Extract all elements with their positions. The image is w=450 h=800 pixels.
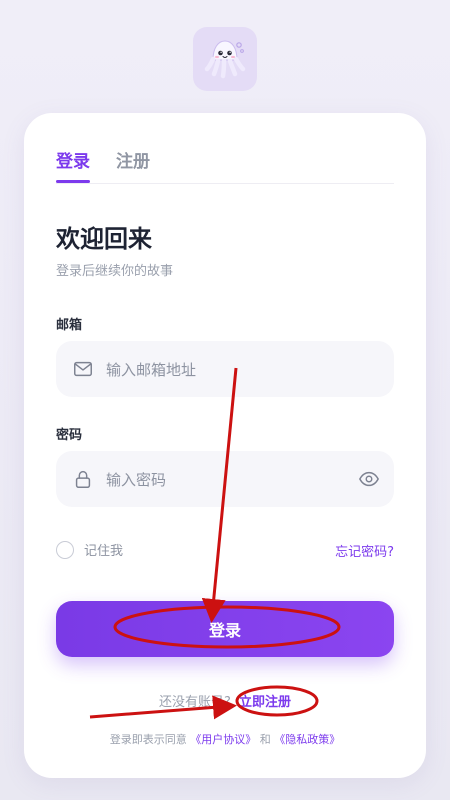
octopus-mascot-icon (204, 40, 246, 79)
signup-link[interactable]: 立即注册 (239, 695, 291, 710)
email-input[interactable] (104, 341, 338, 399)
user-agreement-link[interactable]: 《用户协议》 (190, 733, 256, 746)
signup-prompt: 还没有账号? (158, 695, 231, 710)
password-label: 密码 (56, 428, 83, 443)
auth-tabs: 登录 注册 (56, 147, 394, 184)
remember-label: 记住我 (84, 544, 124, 559)
password-field-container (56, 451, 394, 509)
privacy-policy-link[interactable]: 《隐私政策》 (274, 733, 340, 746)
signup-row: 还没有账号? 立即注册 (24, 691, 426, 710)
mail-icon (74, 361, 92, 377)
forgot-password-link[interactable]: 忘记密码? (335, 541, 394, 560)
email-label: 邮箱 (56, 318, 83, 333)
email-field-container (56, 341, 394, 399)
login-card: 登录 注册 欢迎回来 登录后继续你的故事 邮箱 密码 记住我 忘记密码? 登录 … (24, 113, 426, 778)
terms-and: 和 (259, 733, 271, 746)
page-title: 欢迎回来 (56, 225, 152, 253)
remember-checkbox[interactable] (56, 540, 74, 559)
app-logo (193, 27, 257, 91)
terms-prefix: 登录即表示同意 (109, 733, 187, 746)
terms-row: 登录即表示同意 《用户协议》 和 《隐私政策》 (24, 731, 426, 747)
lock-icon (75, 470, 91, 488)
remember-me[interactable]: 记住我 (56, 540, 123, 559)
tab-register[interactable]: 注册 (116, 147, 150, 172)
password-input[interactable] (104, 451, 338, 509)
eye-icon[interactable] (358, 468, 380, 490)
page-subtitle: 登录后继续你的故事 (56, 264, 174, 279)
tab-login[interactable]: 登录 (56, 147, 90, 183)
login-button[interactable]: 登录 (56, 601, 394, 657)
